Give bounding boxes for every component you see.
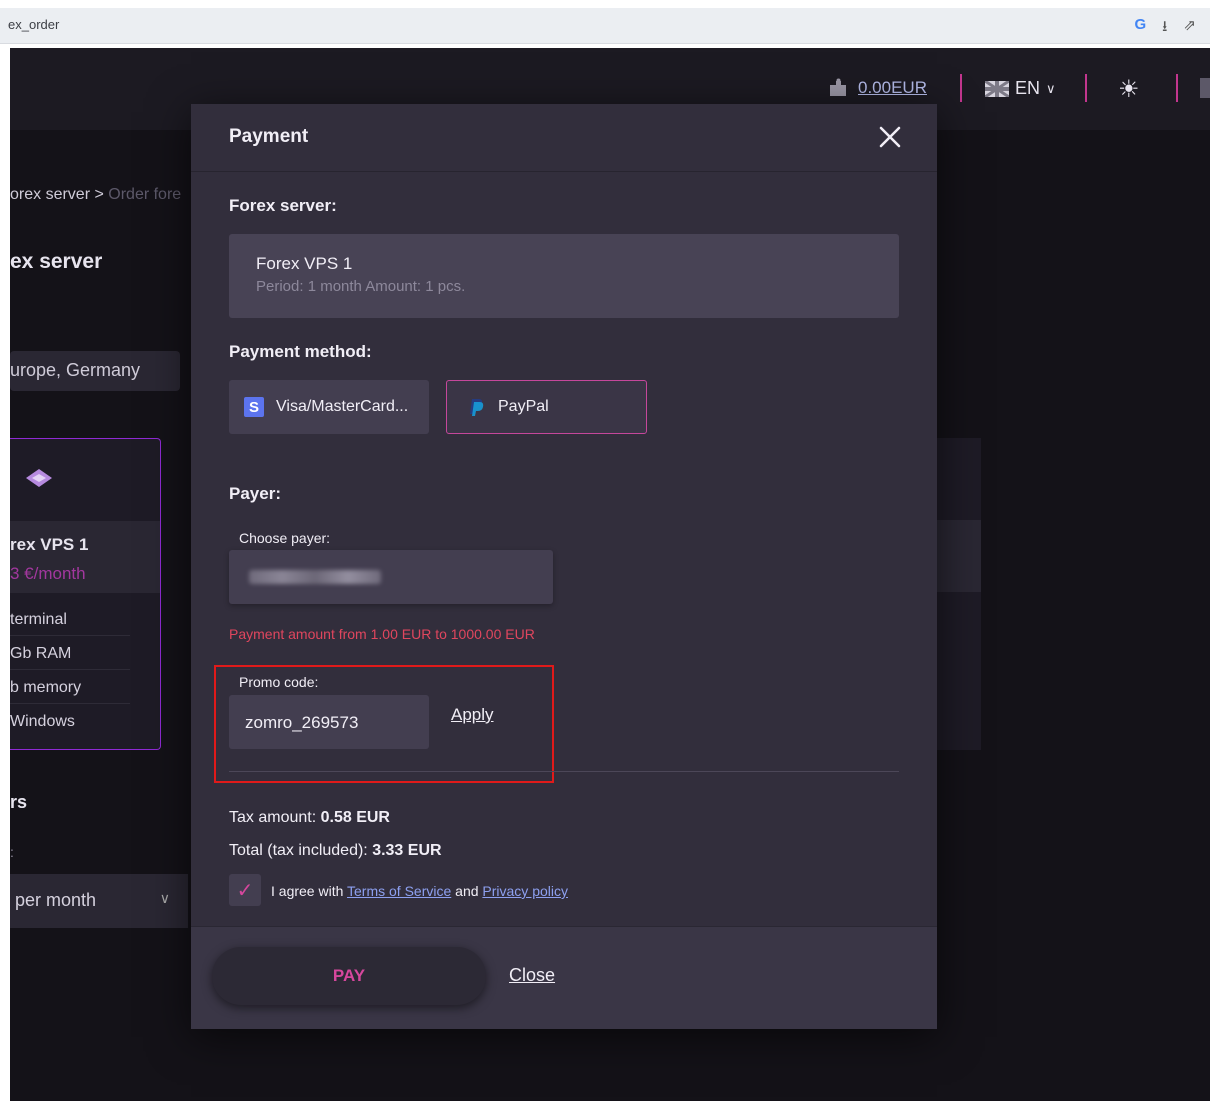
plan-band bbox=[936, 520, 981, 592]
agree-text: I agree with Terms of Service and Privac… bbox=[271, 883, 568, 899]
balance-amount[interactable]: 0.00EUR bbox=[858, 78, 927, 98]
header-separator bbox=[960, 74, 962, 102]
plan-name: rex VPS 1 bbox=[10, 535, 89, 554]
forex-server-label: Forex server: bbox=[229, 196, 337, 215]
google-icon[interactable]: G bbox=[1134, 16, 1146, 41]
agree-checkbox[interactable]: ✓ bbox=[229, 874, 261, 906]
modal-title: Payment bbox=[229, 126, 309, 147]
server-summary: Forex VPS 1 Period: 1 month Amount: 1 pc… bbox=[229, 234, 899, 318]
total-label: Total (tax included): bbox=[229, 842, 368, 859]
total-amount: Total (tax included): 3.33 EUR bbox=[229, 842, 442, 860]
tax-value: 0.58 EUR bbox=[320, 809, 390, 826]
balance-widget[interactable]: 0.00EUR bbox=[828, 78, 927, 98]
divider bbox=[229, 771, 899, 772]
page-title: ex server bbox=[10, 250, 103, 273]
breadcrumb: orex server > Order fore bbox=[10, 186, 181, 204]
payer-label: Payer: bbox=[229, 484, 281, 503]
pay-button[interactable]: PAY bbox=[212, 947, 486, 1005]
plan-price: 3 €/month bbox=[10, 564, 86, 583]
annotation-highlight-box bbox=[214, 665, 554, 783]
mail-icon[interactable] bbox=[1200, 78, 1210, 98]
plan-card[interactable]: rex VPS 1 3 €/month terminal Gb RAM b me… bbox=[10, 438, 161, 750]
s-icon: S bbox=[244, 397, 264, 417]
plan-feature: Windows bbox=[10, 713, 75, 730]
browser-icons: G ⭳ ⇗ bbox=[1134, 16, 1196, 41]
payment-range-warning: Payment amount from 1.00 EUR to 1000.00 … bbox=[229, 626, 535, 642]
breadcrumb-link[interactable]: orex server > bbox=[10, 186, 104, 203]
share-icon[interactable]: ⇗ bbox=[1183, 16, 1196, 41]
checkmark-icon: ✓ bbox=[236, 879, 254, 902]
privacy-policy-link[interactable]: Privacy policy bbox=[482, 883, 568, 899]
total-value: 3.33 EUR bbox=[372, 842, 442, 859]
tax-amount: Tax amount: 0.58 EUR bbox=[229, 809, 390, 827]
close-button[interactable]: Close bbox=[509, 965, 555, 986]
paypal-icon bbox=[470, 399, 484, 416]
modal-footer: PAY Close bbox=[191, 926, 937, 1029]
install-icon[interactable]: ⭳ bbox=[1162, 16, 1167, 41]
choose-payer-label: Choose payer: bbox=[239, 530, 331, 546]
chevron-down-icon: ∨ bbox=[159, 890, 170, 906]
blurred-payer-name bbox=[249, 570, 381, 584]
payer-select[interactable] bbox=[229, 550, 553, 604]
language-label: EN bbox=[1015, 78, 1041, 98]
plan-feature: Gb RAM bbox=[10, 645, 130, 670]
section-label: : bbox=[10, 844, 14, 860]
address-bar-text[interactable]: ex_order bbox=[8, 17, 59, 32]
modal-header: Payment bbox=[191, 104, 937, 172]
server-meta: Period: 1 month Amount: 1 pcs. bbox=[256, 278, 466, 295]
agree-prefix: I agree with bbox=[271, 883, 344, 899]
payment-method-label: Visa/MasterCard... bbox=[276, 398, 409, 415]
sun-icon[interactable]: ☀ bbox=[1118, 75, 1140, 104]
location-select[interactable]: urope, Germany bbox=[10, 351, 180, 391]
server-name: Forex VPS 1 bbox=[256, 254, 353, 273]
terms-of-service-link[interactable]: Terms of Service bbox=[347, 883, 451, 899]
period-select[interactable]: per month ∨ bbox=[10, 874, 188, 928]
header-separator bbox=[1176, 74, 1178, 102]
header-separator bbox=[1085, 74, 1087, 102]
uk-flag-icon bbox=[985, 80, 1009, 97]
breadcrumb-current: Order fore bbox=[108, 186, 182, 203]
section-heading: rs bbox=[10, 792, 28, 812]
diamond-icon bbox=[26, 469, 52, 487]
plan-feature: terminal bbox=[10, 611, 130, 636]
app-window: 0.00EUR EN ∨ ☀ orex server > Order fore … bbox=[10, 48, 1210, 1101]
payment-method-paypal[interactable]: PayPal bbox=[446, 380, 647, 434]
chevron-down-icon: ∨ bbox=[1046, 80, 1056, 96]
plan-card[interactable] bbox=[936, 438, 981, 750]
payment-method-label: Payment method: bbox=[229, 342, 372, 361]
close-icon[interactable] bbox=[877, 124, 903, 150]
period-select-value: per month bbox=[15, 890, 97, 910]
payment-method-visa[interactable]: S Visa/MasterCard... bbox=[229, 380, 429, 434]
tax-label: Tax amount: bbox=[229, 809, 317, 826]
browser-toolbar: ex_order G ⭳ ⇗ bbox=[0, 8, 1210, 44]
plan-feature: b memory bbox=[10, 679, 130, 704]
agree-and: and bbox=[455, 883, 479, 899]
language-selector[interactable]: EN ∨ bbox=[985, 78, 1056, 99]
payment-method-label: PayPal bbox=[498, 398, 549, 415]
wallet-icon bbox=[830, 78, 846, 96]
payment-modal: Payment Forex server: Forex VPS 1 Period… bbox=[191, 104, 937, 1029]
